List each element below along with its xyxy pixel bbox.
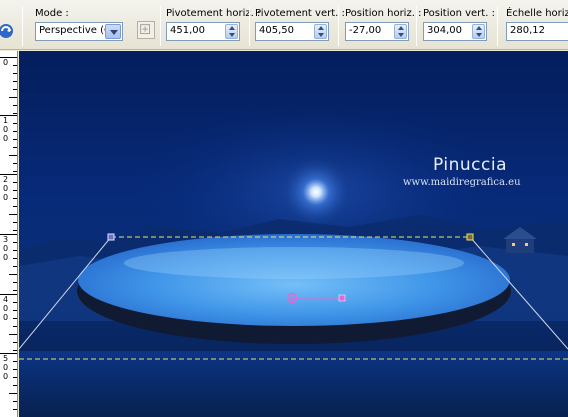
- ruler-label-500: 0: [3, 363, 9, 372]
- toolbar-separator: [249, 6, 250, 46]
- scale-horizontal-value: 280,12: [510, 25, 545, 36]
- ruler-label-100: 0: [3, 134, 9, 143]
- pivot-handle-icon[interactable]: [286, 292, 298, 304]
- position-horizontal-value: -27,00: [349, 25, 382, 36]
- disc-highlight: [124, 247, 464, 279]
- signature-name: Pinuccia: [433, 155, 507, 175]
- toolbar-separator: [338, 6, 339, 46]
- position-horizontal-input[interactable]: -27,00: [345, 22, 409, 41]
- vertical-ruler: 0 1 0 0 2 0 0 3 0 0 4 0 0 5 0 0: [0, 51, 18, 417]
- signature-url: www.maidiregrafica.eu: [403, 177, 521, 188]
- position-vertical-input[interactable]: 304,00: [423, 22, 487, 41]
- mode-select[interactable]: Perspective (Ct: [35, 22, 123, 41]
- image-canvas[interactable]: Pinuccia www.maidiregrafica.eu: [19, 51, 568, 417]
- mode-label: Mode :: [35, 8, 69, 19]
- position-horizontal-label: Position horiz. :: [345, 8, 422, 19]
- canvas-artwork: [19, 101, 568, 417]
- pivot-horizontal-label: Pivotement horiz. :: [166, 8, 261, 19]
- transform-tool-icon[interactable]: [0, 22, 15, 40]
- dropdown-arrow-icon[interactable]: [105, 24, 121, 39]
- ruler-label-100: 0: [3, 125, 9, 134]
- pivot-vertical-input[interactable]: 405,50: [255, 22, 329, 41]
- corner-handle-top-right[interactable]: [466, 233, 474, 241]
- spin-up-down-icon[interactable]: [472, 24, 485, 39]
- ruler-label-400: 0: [3, 313, 9, 322]
- tool-options-bar: Mode : Perspective (Ct Pivotement horiz.…: [0, 0, 568, 50]
- scale-horizontal-input[interactable]: 280,12: [506, 22, 568, 41]
- moon-glow: [278, 154, 354, 230]
- rotation-handle[interactable]: [338, 294, 346, 302]
- ruler-label-300: 3: [3, 235, 9, 244]
- mode-select-value: Perspective (Ct: [39, 25, 115, 36]
- spin-up-down-icon[interactable]: [225, 24, 238, 39]
- ruler-label-100: 1: [3, 116, 9, 125]
- pivot-vertical-value: 405,50: [259, 25, 294, 36]
- ruler-label-300: 0: [3, 253, 9, 262]
- position-vertical-value: 304,00: [427, 25, 462, 36]
- water: [19, 351, 568, 417]
- toolbar-separator: [497, 6, 498, 46]
- spin-up-down-icon[interactable]: [314, 24, 327, 39]
- pivot-horizontal-value: 451,00: [170, 25, 205, 36]
- aspect-toggle-icon[interactable]: [137, 21, 155, 39]
- ruler-label-300: 0: [3, 244, 9, 253]
- ruler-label-200: 0: [3, 193, 9, 202]
- scale-horizontal-label: Échelle horizon: [506, 8, 568, 19]
- toolbar-separator: [416, 6, 417, 46]
- pivot-horizontal-input[interactable]: 451,00: [166, 22, 240, 41]
- ruler-label-400: 4: [3, 295, 9, 304]
- pivot-vertical-label: Pivotement vert. :: [255, 8, 345, 19]
- spin-up-down-icon[interactable]: [394, 24, 407, 39]
- position-vertical-label: Position vert. :: [423, 8, 495, 19]
- ruler-label-0: 0: [3, 58, 9, 67]
- ruler-label-200: 2: [3, 175, 9, 184]
- corner-handle-top-left[interactable]: [107, 233, 115, 241]
- toolbar-separator: [160, 6, 161, 46]
- ruler-label-500: 5: [3, 354, 9, 363]
- ruler-label-200: 0: [3, 184, 9, 193]
- ruler-label-400: 0: [3, 304, 9, 313]
- ruler-label-500: 0: [3, 372, 9, 381]
- toolbar-separator: [22, 6, 23, 46]
